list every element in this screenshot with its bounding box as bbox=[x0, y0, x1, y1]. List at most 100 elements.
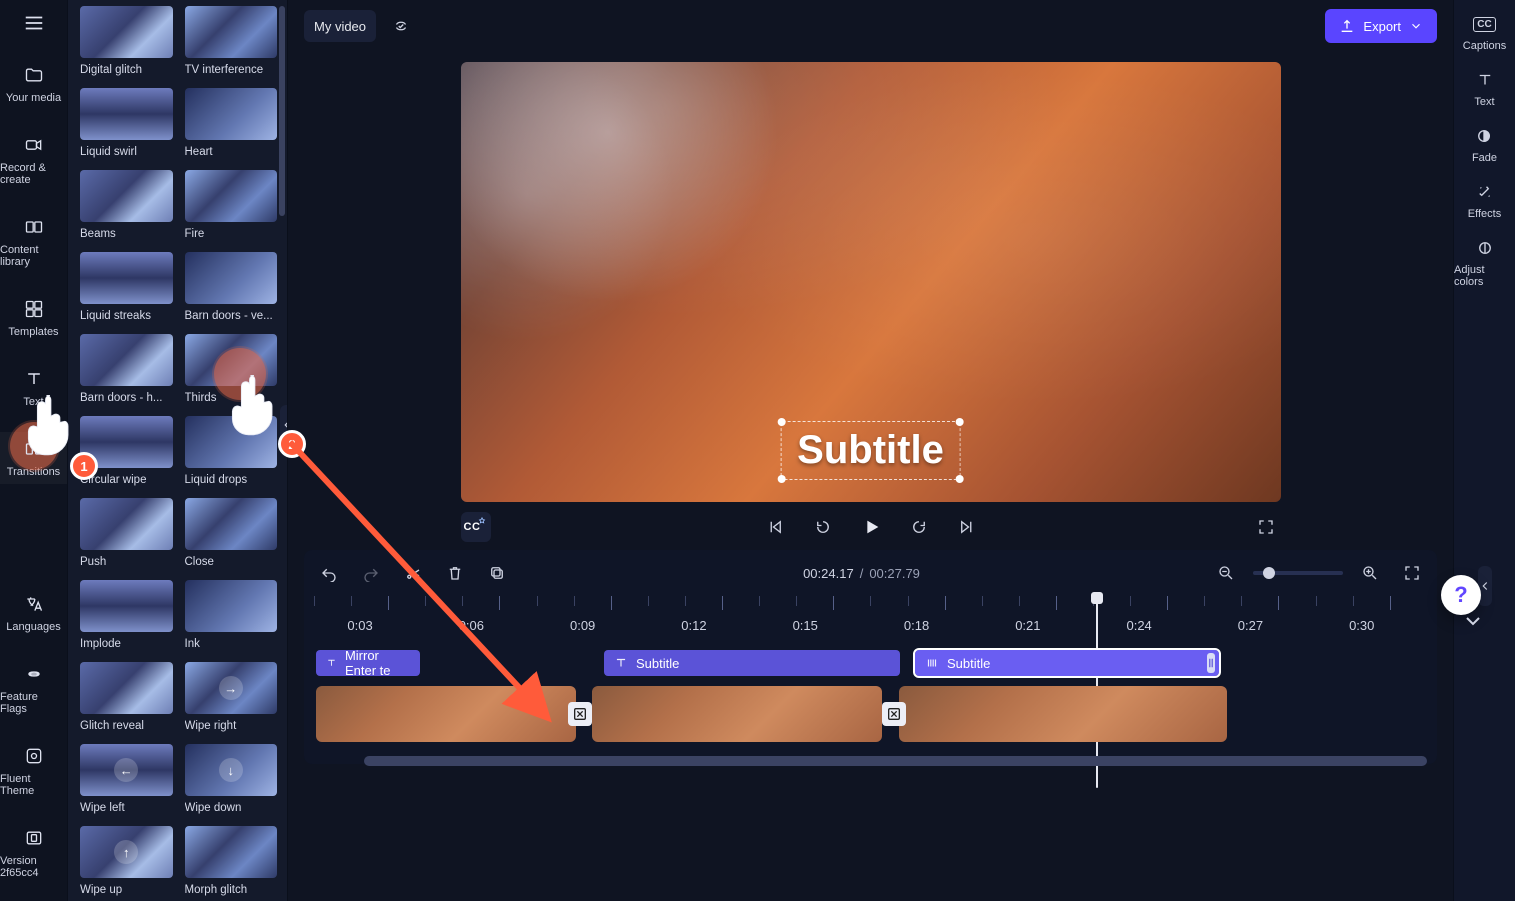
transition-thumb bbox=[185, 170, 278, 222]
transition-tile-heart[interactable]: Heart bbox=[185, 88, 278, 158]
handle-tr[interactable] bbox=[956, 418, 964, 426]
export-button[interactable]: Export bbox=[1325, 9, 1437, 43]
timeline-horizontal-scrollbar[interactable] bbox=[364, 756, 1427, 766]
text-clip-subtitle-2[interactable]: Subtitle bbox=[915, 650, 1219, 676]
back-10[interactable] bbox=[808, 512, 838, 542]
transition-tile-liquid-drops[interactable]: Liquid drops bbox=[185, 416, 278, 486]
hamburger-menu[interactable] bbox=[0, 6, 67, 40]
transition-tile-barn-doors-ve[interactable]: Barn doors - ve... bbox=[185, 252, 278, 322]
zoom-out-button[interactable] bbox=[1211, 558, 1241, 588]
timecode-current: 00:24.17 bbox=[803, 566, 854, 581]
transition-tile-morph-glitch[interactable]: Morph glitch bbox=[185, 826, 278, 896]
transition-tile-wipe-right[interactable]: → Wipe right bbox=[185, 662, 278, 732]
play[interactable] bbox=[856, 512, 886, 542]
rp-effects[interactable]: Effects bbox=[1468, 182, 1501, 220]
transition-tile-thirds[interactable]: Thirds bbox=[185, 334, 278, 404]
transition-tile-close[interactable]: Close bbox=[185, 498, 278, 568]
transition-label: Barn doors - h... bbox=[80, 392, 173, 404]
transition-tile-wipe-down[interactable]: ↓ Wipe down bbox=[185, 744, 278, 814]
undo-button[interactable] bbox=[314, 558, 344, 588]
transition-label: Heart bbox=[185, 146, 278, 158]
transition-tile-ink[interactable]: Ink bbox=[185, 580, 278, 650]
rp-fade[interactable]: Fade bbox=[1472, 126, 1497, 164]
split-button[interactable] bbox=[398, 558, 428, 588]
tracks: Mirror Enter te Subtitle Subtitle bbox=[314, 624, 1427, 744]
text-clip-subtitle-1[interactable]: Subtitle bbox=[604, 650, 900, 676]
transitions-scroll[interactable]: Digital glitch TV interference Liquid sw… bbox=[68, 0, 287, 901]
zoom-in-button[interactable] bbox=[1355, 558, 1385, 588]
rp-label: Fade bbox=[1472, 152, 1497, 164]
cc-icon: CC bbox=[1473, 14, 1495, 34]
transition-thumb: ↑ bbox=[80, 826, 173, 878]
transition-tile-liquid-swirl[interactable]: Liquid swirl bbox=[80, 88, 173, 158]
transition-tile-wipe-up[interactable]: ↑ Wipe up bbox=[80, 826, 173, 896]
video-clip-v3[interactable] bbox=[899, 686, 1227, 742]
delete-button[interactable] bbox=[440, 558, 470, 588]
transition-thumb: ↓ bbox=[185, 744, 278, 796]
transition-placeholder-t2[interactable] bbox=[882, 702, 906, 726]
preview-frame[interactable]: Subtitle bbox=[461, 62, 1281, 502]
nav-text[interactable]: Text bbox=[0, 362, 67, 414]
nav-languages[interactable]: Languages bbox=[0, 587, 67, 639]
nav-templates[interactable]: Templates bbox=[0, 292, 67, 344]
expand-bottom-panel[interactable] bbox=[1461, 609, 1485, 633]
transition-tile-glitch-reveal[interactable]: Glitch reveal bbox=[80, 662, 173, 732]
fit-button[interactable] bbox=[1397, 558, 1427, 588]
zoom-slider[interactable] bbox=[1253, 571, 1343, 575]
direction-icon: → bbox=[219, 676, 243, 700]
transition-thumb bbox=[185, 416, 278, 468]
forward-10[interactable] bbox=[904, 512, 934, 542]
transition-label: Implode bbox=[80, 638, 173, 650]
video-clip-v2[interactable] bbox=[592, 686, 882, 742]
nav-fluent-theme[interactable]: Fluent Theme bbox=[0, 739, 67, 803]
fullscreen[interactable] bbox=[1251, 512, 1281, 542]
prev-clip[interactable] bbox=[760, 512, 790, 542]
duplicate-button[interactable] bbox=[482, 558, 512, 588]
nav-transitions[interactable]: Transitions bbox=[0, 432, 67, 484]
transition-tile-push[interactable]: Push bbox=[80, 498, 173, 568]
redo-button[interactable] bbox=[356, 558, 386, 588]
handle-tl[interactable] bbox=[777, 418, 785, 426]
rp-text[interactable]: Text bbox=[1474, 70, 1496, 108]
text-clip-text-1[interactable]: Mirror Enter te bbox=[316, 650, 420, 676]
panel-scrollbar[interactable] bbox=[279, 6, 285, 216]
transitions-icon bbox=[23, 438, 45, 460]
transition-tile-beams[interactable]: Beams bbox=[80, 170, 173, 240]
rp-label: Effects bbox=[1468, 208, 1501, 220]
transition-placeholder-t1[interactable] bbox=[568, 702, 592, 726]
transition-label: Liquid drops bbox=[185, 474, 278, 486]
timeline-toolbar: 00:24.17 / 00:27.79 bbox=[314, 558, 1427, 588]
transition-tile-tv-interference[interactable]: TV interference bbox=[185, 6, 278, 76]
handle-bl[interactable] bbox=[777, 475, 785, 483]
panel-collapse[interactable] bbox=[280, 405, 288, 445]
saved-status[interactable] bbox=[386, 11, 416, 41]
transition-tile-circular-wipe[interactable]: Circular wipe bbox=[80, 416, 173, 486]
transition-label: Close bbox=[185, 556, 278, 568]
transition-tile-liquid-streaks[interactable]: Liquid streaks bbox=[80, 252, 173, 322]
rp-adjust-colors[interactable]: Adjust colors bbox=[1454, 238, 1515, 288]
ruler[interactable]: 0:030:060:090:120:150:180:210:240:270:30 bbox=[314, 596, 1427, 618]
project-title-pill[interactable]: My video bbox=[304, 10, 376, 42]
transition-tile-barn-doors-h[interactable]: Barn doors - h... bbox=[80, 334, 173, 404]
transition-tile-wipe-left[interactable]: ← Wipe left bbox=[80, 744, 173, 814]
transition-label: Barn doors - ve... bbox=[185, 310, 278, 322]
handle-br[interactable] bbox=[956, 475, 964, 483]
nav-version[interactable]: Version 2f65cc4 bbox=[0, 821, 67, 885]
clip-handle[interactable] bbox=[1207, 653, 1215, 673]
timecode-sep: / bbox=[860, 566, 864, 581]
transition-tile-implode[interactable]: Implode bbox=[80, 580, 173, 650]
nav-record-create[interactable]: Record & create bbox=[0, 128, 67, 192]
next-clip[interactable] bbox=[952, 512, 982, 542]
video-clip-v1[interactable] bbox=[316, 686, 576, 742]
transition-tile-digital-glitch[interactable]: Digital glitch bbox=[80, 6, 173, 76]
nav-content-library[interactable]: Content library bbox=[0, 210, 67, 274]
rp-captions[interactable]: CC Captions bbox=[1463, 14, 1506, 52]
subtitle-overlay[interactable]: Subtitle bbox=[780, 421, 961, 480]
generate-captions[interactable]: CC bbox=[461, 512, 491, 542]
transition-label: Wipe left bbox=[80, 802, 173, 814]
transition-label: Wipe up bbox=[80, 884, 173, 896]
transition-tile-fire[interactable]: Fire bbox=[185, 170, 278, 240]
nav-your-media[interactable]: Your media bbox=[0, 58, 67, 110]
transition-thumb: → bbox=[185, 662, 278, 714]
nav-feature-flags[interactable]: Feature Flags bbox=[0, 657, 67, 721]
